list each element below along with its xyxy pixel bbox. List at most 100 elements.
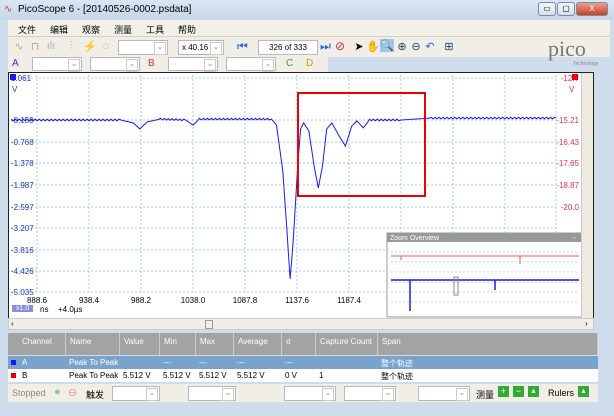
channel-a-axis-marker[interactable] — [10, 74, 16, 80]
column-header[interactable]: Min — [160, 333, 196, 355]
column-header[interactable]: Average — [234, 333, 282, 355]
edit-measurement-icon[interactable]: ▲ — [528, 386, 539, 397]
y-tick-left: -3.816 — [11, 246, 34, 255]
compass-icon[interactable]: ⊘ — [335, 39, 345, 53]
y-tick-left: -2.597 — [11, 203, 34, 212]
zoom-overview-panel[interactable]: Zoom Overview - — [386, 232, 584, 318]
title-bar: ∿ PicoScope 6 - [20140526-0002.psdata] ▭… — [0, 0, 614, 20]
x-zoom-badge[interactable]: x1.0 — [12, 305, 34, 312]
channel-toolbar: A B C D — [8, 57, 328, 72]
y-tick-right: -15.21 — [556, 116, 579, 125]
menu-help[interactable]: 帮助 — [178, 23, 196, 36]
capture-state: Stopped — [12, 388, 46, 398]
menu-edit[interactable]: 编辑 — [50, 23, 68, 36]
hand-tool-icon[interactable]: ✋ — [366, 40, 380, 53]
trigger-source-select[interactable] — [188, 386, 236, 401]
menu-measure[interactable]: 测量 — [114, 23, 132, 36]
minimize-button[interactable]: ▭ — [538, 2, 556, 16]
y-tick-right: -18.87 — [556, 181, 579, 190]
horizontal-scrollbar[interactable]: ‹ › — [8, 318, 594, 330]
persistence-mode-icon[interactable]: ⊓ — [28, 40, 42, 53]
column-header[interactable]: Max — [196, 333, 234, 355]
trigger-delay-input[interactable] — [418, 386, 470, 401]
x-tick: 988.2 — [131, 296, 152, 305]
channel-b-axis-marker[interactable] — [572, 74, 578, 80]
x-tick: 1038.0 — [181, 296, 206, 305]
channel-d-button[interactable]: D — [306, 58, 313, 69]
y-tick-left: -1.987 — [11, 181, 34, 190]
pico-logo-sub: Technology — [573, 61, 599, 67]
column-header[interactable]: σ — [282, 333, 316, 355]
scope-view[interactable]: 1.061 -0.159 -0.768 -1.378 -1.987 -2.597 -3.20… — [8, 72, 594, 319]
zoom-region-icon[interactable]: 🔍 — [380, 39, 394, 52]
x-tick: 888.6 — [27, 296, 48, 305]
channel-a-button[interactable]: A — [12, 58, 19, 69]
table-cell: 整个轨迹 — [381, 359, 413, 368]
channel-b-range-select[interactable] — [168, 57, 218, 72]
channel-a-coupling-select[interactable] — [90, 57, 140, 72]
overview-frame — [386, 232, 584, 318]
next-buffer-icon[interactable]: ⏭ — [320, 39, 331, 54]
channel-b-button[interactable]: B — [148, 58, 155, 69]
rulers-icon[interactable]: ▲ — [578, 386, 589, 397]
maximize-button[interactable]: ▢ — [557, 2, 575, 16]
scroll-thumb[interactable] — [205, 320, 213, 329]
channel-a-range-select[interactable] — [32, 57, 82, 72]
waveform-plot[interactable]: 1.061-0.159-0.768-1.378-1.987-2.597-3.20… — [9, 73, 595, 320]
x-tick: 938.4 — [79, 296, 100, 305]
menu-tools[interactable]: 工具 — [146, 23, 164, 36]
table-row[interactable]: A Peak To Peak --- --- --- --- 整个轨迹 — [8, 356, 598, 369]
y-tick-right: -16.43 — [556, 138, 579, 147]
table-cell: 整个轨迹 — [381, 372, 413, 381]
menu-view[interactable]: 观察 — [82, 23, 100, 36]
zoom-factor-input[interactable]: x 40.16 — [178, 40, 224, 55]
add-measurement-icon[interactable]: + — [498, 386, 509, 397]
scroll-right-icon[interactable]: › — [585, 319, 588, 328]
table-cell: 5.512 V — [123, 371, 151, 380]
column-header[interactable]: Name — [66, 333, 120, 355]
overview-close-button[interactable]: - — [573, 233, 576, 242]
table-cell: 0 V — [285, 371, 298, 380]
remove-measurement-icon[interactable]: − — [513, 386, 524, 397]
pico-logo: pico — [548, 36, 586, 61]
spectrum-mode-icon[interactable]: ılı — [44, 40, 58, 52]
zoom-in-icon[interactable]: ⊕ — [395, 40, 409, 53]
table-cell: --- — [285, 358, 293, 367]
scroll-left-icon[interactable]: ‹ — [11, 319, 14, 328]
scope-mode-icon[interactable]: ∿ — [12, 40, 26, 53]
column-header[interactable]: Value — [120, 333, 160, 355]
zoom-out-icon[interactable]: ⊖ — [409, 40, 423, 53]
column-header[interactable]: Channel — [8, 333, 66, 355]
zoom-overview-icon[interactable]: ⊞ — [442, 40, 456, 53]
y-tick-left: -0.768 — [11, 138, 34, 147]
measurements-table: Channel Name Value Min Max Average σ Capture Co… — [8, 333, 598, 383]
home-icon[interactable]: ⌂ — [99, 40, 113, 52]
y-tick-right: -20.0 — [561, 203, 580, 212]
x-tick: 1137.6 — [285, 296, 309, 305]
channel-options-icon[interactable]: ⫶ — [64, 40, 78, 53]
trigger-level-input[interactable] — [284, 386, 336, 401]
trigger-pretrigger-input[interactable] — [344, 386, 396, 401]
stop-icon[interactable]: ⊖ — [68, 386, 77, 399]
column-header[interactable]: Capture Count — [316, 333, 378, 355]
buffer-navigator[interactable]: 326 of 333 — [258, 40, 318, 55]
menu-file[interactable]: 文件 — [18, 23, 36, 36]
timebase-select[interactable] — [118, 40, 168, 55]
vertical-scrollbar[interactable] — [581, 73, 593, 318]
start-icon[interactable]: ● — [54, 386, 61, 398]
column-header[interactable]: Span — [378, 333, 598, 355]
y-tick-left: -4.426 — [11, 267, 34, 276]
y-tick-right: -17.65 — [556, 159, 579, 168]
channel-c-button[interactable]: C — [286, 58, 293, 69]
probe-icon[interactable]: ⚡ — [83, 40, 97, 53]
channel-b-coupling-select[interactable] — [226, 57, 276, 72]
close-button[interactable]: X — [576, 2, 608, 16]
table-row[interactable]: B Peak To Peak 5.512 V 5.512 V 5.512 V 5.512 … — [8, 369, 598, 382]
table-cell: --- — [237, 358, 245, 367]
pointer-tool-icon[interactable]: ➤ — [352, 40, 366, 53]
x-axis-info: x1.0 ns +4.0µs — [8, 305, 208, 315]
rulers-label: Rulers — [548, 388, 575, 398]
previous-buffer-icon[interactable]: ⏮ — [237, 39, 248, 54]
trigger-mode-select[interactable] — [112, 386, 160, 401]
undo-zoom-icon[interactable]: ↶ — [423, 40, 437, 53]
